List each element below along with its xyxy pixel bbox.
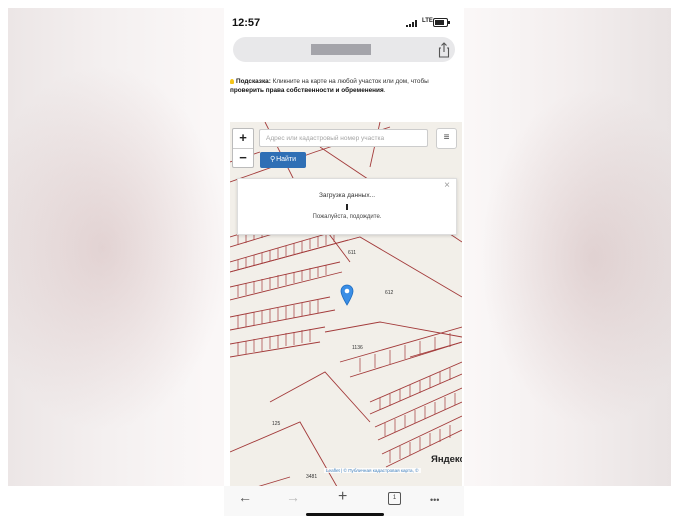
location-pin-icon[interactable] xyxy=(340,284,354,306)
lightbulb-icon xyxy=(230,79,234,84)
signal-icon xyxy=(406,20,420,27)
share-icon[interactable] xyxy=(437,42,451,58)
parcel-label: 125 xyxy=(272,421,281,427)
hint-label: Подсказка: xyxy=(236,78,271,85)
parcel-label: 612 xyxy=(385,290,394,296)
hint-link[interactable]: проверить права собственности и обремене… xyxy=(230,87,384,94)
battery-icon xyxy=(433,18,450,27)
loading-spinner xyxy=(346,204,348,210)
cadastral-map[interactable]: 611 612 1136 125 3481 + − ≡ ⚲Найти × Заг… xyxy=(230,122,462,492)
loading-title: Загрузка данных... xyxy=(318,192,376,199)
loading-popup: × Загрузка данных... Пожалуйста, подожди… xyxy=(237,178,457,235)
hint-end: . xyxy=(383,86,386,94)
new-tab-button[interactable]: + xyxy=(338,489,347,505)
phone-screen: 12:57 LTE Подсказка: Кликните на карте н… xyxy=(224,8,464,516)
find-button[interactable]: ⚲Найти xyxy=(260,152,306,168)
back-button[interactable]: ← xyxy=(238,489,252,505)
zoom-in-button[interactable]: + xyxy=(233,129,253,148)
find-button-label: Найти xyxy=(276,156,297,163)
network-label: LTE xyxy=(422,18,433,24)
yandex-logo: Яндекс xyxy=(431,454,462,465)
search-icon: ⚲ xyxy=(269,156,276,163)
more-button[interactable]: ••• xyxy=(430,492,439,508)
zoom-out-button[interactable]: − xyxy=(233,148,253,168)
url-text-redacted xyxy=(311,44,371,55)
parcel-label: 1136 xyxy=(352,345,363,351)
hint-body: Кликните на карте на любой участок или д… xyxy=(270,78,429,85)
map-attribution[interactable]: Leaflet | © Публичная кадастровая карта,… xyxy=(324,468,421,473)
address-search-input[interactable] xyxy=(259,129,428,147)
zoom-control: + − xyxy=(232,128,254,168)
clock: 12:57 xyxy=(232,17,261,29)
parcel-label: 3481 xyxy=(306,474,317,480)
loading-wait-text: Пожалуйста, подождите. xyxy=(312,214,382,220)
tabs-button[interactable]: 1 xyxy=(388,492,401,505)
forward-button[interactable]: → xyxy=(286,489,300,505)
parcel-label: 611 xyxy=(348,250,356,256)
menu-icon[interactable]: ≡ xyxy=(436,128,457,149)
close-icon[interactable]: × xyxy=(444,180,450,191)
browser-toolbar: ← → + 1 ••• xyxy=(224,486,464,516)
status-bar: 12:57 LTE xyxy=(224,8,464,36)
address-bar[interactable] xyxy=(233,37,455,62)
hint-text: Подсказка: Кликните на карте на любой уч… xyxy=(230,78,456,95)
